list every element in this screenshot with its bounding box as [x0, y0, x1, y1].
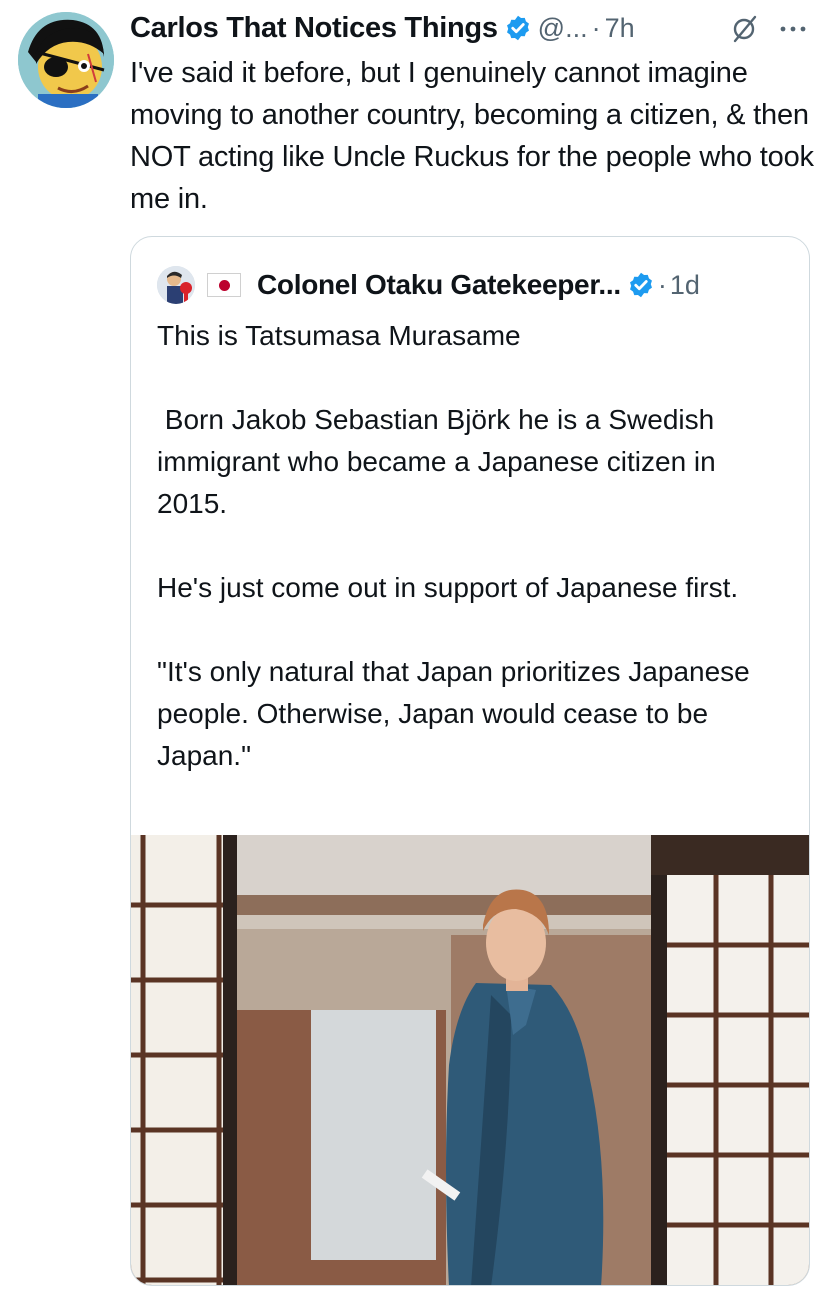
quoted-tweet-card[interactable]: Colonel Otaku Gatekeeper... · 1d This is… — [130, 236, 810, 1286]
quoted-author-display-name[interactable]: Colonel Otaku Gatekeeper... — [257, 269, 621, 301]
separator-dot: · — [591, 12, 601, 43]
quoted-tweet-photo[interactable] — [131, 835, 809, 1285]
quoted-tweet-timestamp[interactable]: 1d — [670, 270, 700, 301]
photo-man-in-kimono-image — [131, 835, 809, 1285]
author-display-name[interactable]: Carlos That Notices Things — [130, 12, 498, 45]
japan-flag-icon — [207, 273, 241, 297]
quoted-author-avatar[interactable] — [157, 266, 195, 304]
tweet-header: Carlos That Notices Things @... · 7h — [130, 8, 810, 48]
verified-badge-icon — [629, 272, 652, 298]
cartoon-avatar-icon — [18, 12, 114, 108]
quoted-tweet-text: This is Tatsumasa Murasame Born Jakob Se… — [157, 320, 750, 771]
tweet-timestamp[interactable]: 7h — [605, 13, 635, 44]
more-options-icon[interactable] — [776, 14, 810, 44]
grok-icon[interactable] — [730, 14, 760, 44]
quote-avatar-icon — [157, 266, 195, 304]
tweet-text: I've said it before, but I genuinely can… — [130, 57, 814, 215]
author-handle[interactable]: @... — [538, 13, 588, 44]
separator-dot: · — [657, 269, 667, 300]
author-avatar[interactable] — [18, 12, 114, 108]
verified-badge-icon — [506, 15, 529, 41]
quoted-tweet-header: Colonel Otaku Gatekeeper... · 1d — [157, 265, 700, 305]
